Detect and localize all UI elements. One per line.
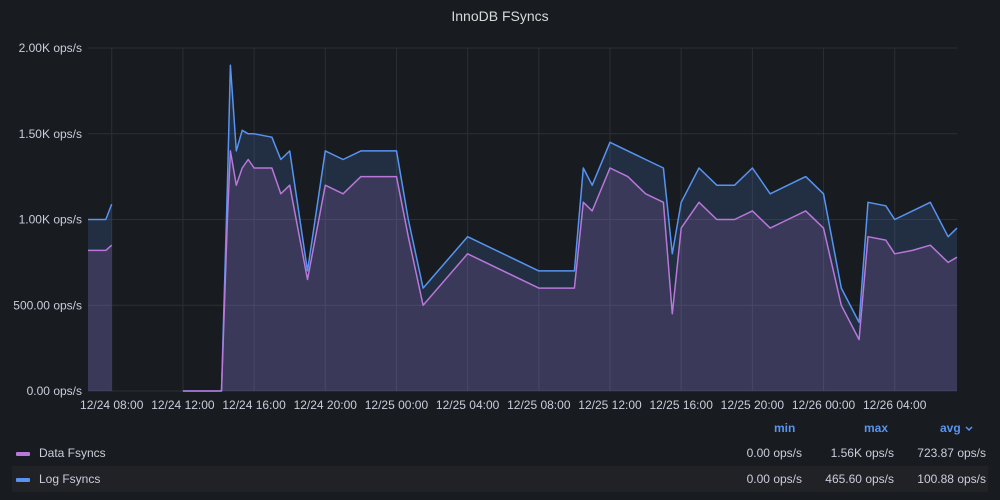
x-tick-label: 12/24 08:00 [80,398,144,412]
legend-series-name: Log Fsyncs [39,472,101,486]
chart-panel: InnoDB FSyncs 0.00 ops/s 500.00 ops/s 1.00… [0,0,1000,500]
series-area-data-fsyncs [88,245,112,391]
legend-swatch [16,452,30,456]
chart-plot[interactable]: 0.00 ops/s 500.00 ops/s 1.00K ops/s 1.50K o… [0,0,1000,440]
legend-row-data-fsyncs[interactable]: Data Fsyncs 0.00 ops/s 1.56K ops/s 723.8… [12,440,988,466]
y-tick-label: 1.00K ops/s [19,213,82,227]
legend-swatch [16,478,30,482]
x-tick-label: 12/26 00:00 [792,398,856,412]
x-tick-label: 12/24 12:00 [151,398,215,412]
x-tick-label: 12/25 04:00 [436,398,500,412]
x-tick-label: 12/24 20:00 [294,398,358,412]
x-tick-label: 12/25 20:00 [721,398,785,412]
x-tick-label: 12/24 16:00 [222,398,286,412]
y-tick-label: 0.00 ops/s [27,384,82,398]
y-tick-label: 2.00K ops/s [19,41,82,55]
chevron-down-icon [965,426,973,431]
x-axis: 12/24 08:00 12/24 12:00 12/24 16:00 12/24 2… [80,398,927,412]
legend-avg-value: 723.87 ops/s [917,446,986,460]
legend-avg-label: avg [940,421,961,435]
legend-min-value: 0.00 ops/s [746,472,802,486]
legend-max-value: 465.60 ops/s [825,472,894,486]
legend-avg-value: 100.88 ops/s [917,472,986,486]
legend-header: min max avg [0,421,1000,437]
chart-series [88,64,958,392]
legend-avg-header[interactable]: avg [940,421,974,435]
legend-min-value: 0.00 ops/s [746,446,802,460]
x-tick-label: 12/25 12:00 [578,398,642,412]
y-tick-label: 500.00 ops/s [13,298,82,312]
x-tick-label: 12/26 04:00 [863,398,927,412]
x-tick-label: 12/25 00:00 [365,398,429,412]
y-tick-label: 1.50K ops/s [19,127,82,141]
y-axis: 0.00 ops/s 500.00 ops/s 1.00K ops/s 1.50K o… [13,41,82,398]
legend-min-header[interactable]: min [774,421,795,435]
legend-max-header[interactable]: max [864,421,888,435]
x-tick-label: 12/25 08:00 [507,398,571,412]
legend-row-log-fsyncs[interactable]: Log Fsyncs 0.00 ops/s 465.60 ops/s 100.8… [12,466,988,492]
legend-series-name: Data Fsyncs [39,446,106,460]
legend-max-value: 1.56K ops/s [830,446,894,460]
x-tick-label: 12/25 16:00 [649,398,713,412]
